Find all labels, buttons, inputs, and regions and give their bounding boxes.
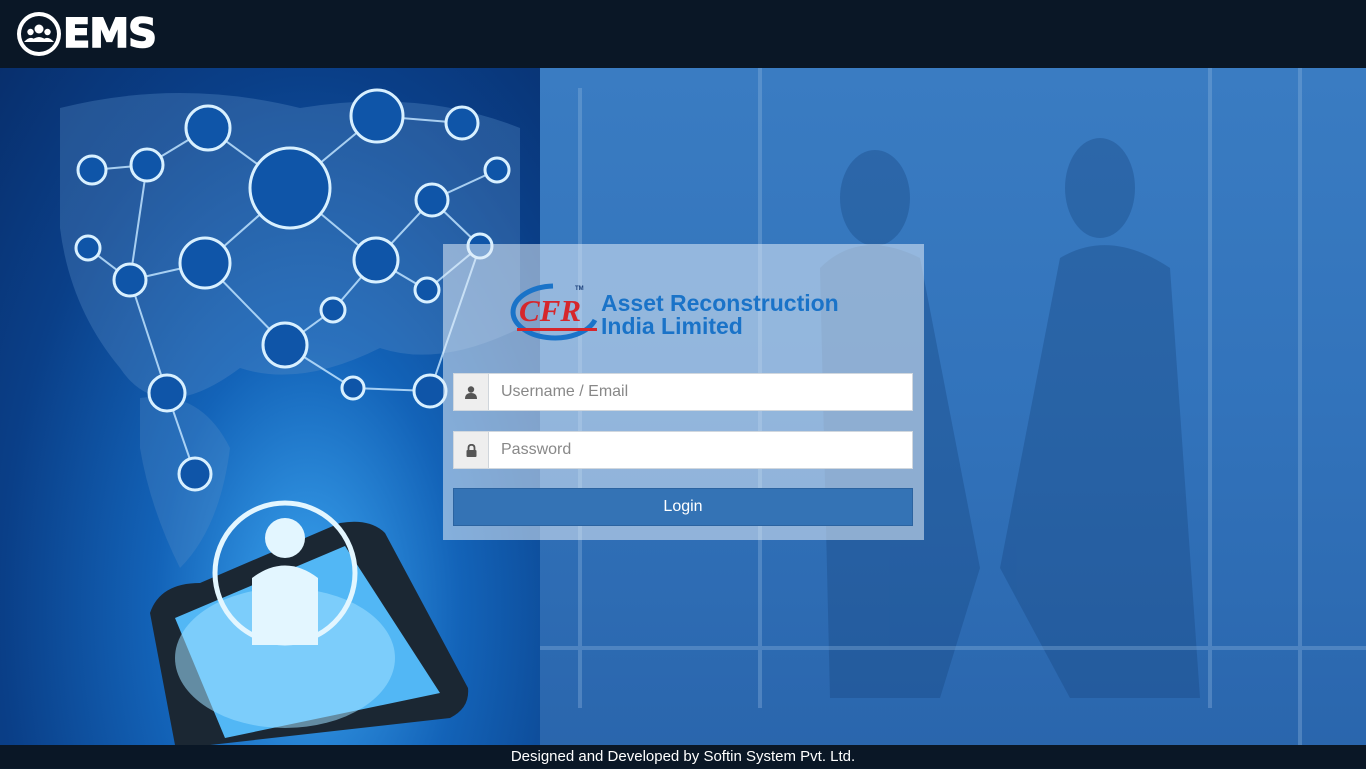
top-bar: EMS [0,0,1366,68]
company-name-line1: Asset Reconstruction [601,290,839,316]
login-panel: CFR TM Asset Reconstruction India Limite… [443,244,924,540]
brand-logo[interactable]: EMS [17,11,158,57]
brand-text: EMS [62,11,157,57]
username-field [453,373,913,411]
lock-icon [454,432,489,468]
company-logo: CFR TM Asset Reconstruction India Limite… [503,280,863,342]
password-field [453,431,913,469]
footer: Designed and Developed by Softin System … [0,745,1366,768]
user-icon [454,374,489,410]
logo-mark-text: CFR [519,293,582,328]
login-button[interactable]: Login [453,488,913,526]
company-name-line2: India Limited [601,313,743,339]
username-input[interactable] [489,374,912,410]
users-group-icon [17,12,61,56]
password-input[interactable] [489,432,912,468]
footer-credit: Designed and Developed by Softin System … [510,748,856,765]
logo-tm: TM [575,286,584,292]
company-name: Asset Reconstruction India Limited [601,292,839,338]
